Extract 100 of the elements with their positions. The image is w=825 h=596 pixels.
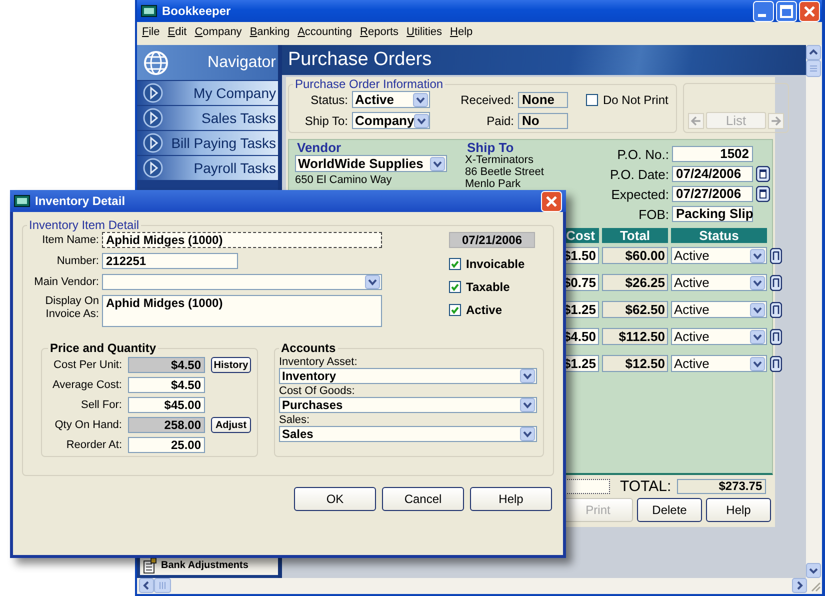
notepad-icon[interactable] (770, 302, 782, 318)
checkbox-label: Invoicable (466, 257, 525, 271)
input-field[interactable]: $4.50 (128, 377, 205, 393)
menu-item[interactable]: Help (446, 26, 477, 38)
checkbox[interactable] (586, 94, 598, 106)
page-title: Purchase Orders (288, 49, 432, 71)
action-button[interactable]: Help (706, 498, 771, 522)
input-field[interactable]: Aphid Midges (1000) (102, 232, 382, 248)
scroll-right-button[interactable] (792, 578, 807, 593)
field-label: Main Vendor: (33, 276, 99, 288)
field-label: Inventory Asset: (279, 356, 358, 368)
chevron-down-icon (750, 356, 765, 370)
table-cell: $12.50 (602, 355, 668, 372)
small-button[interactable]: Adjust (211, 417, 251, 433)
app-icon (141, 4, 157, 18)
play-icon (143, 133, 163, 153)
menu-item[interactable]: Edit (164, 26, 191, 38)
section-heading: Ship To (467, 141, 514, 154)
ship-to-dropdown[interactable]: Company (352, 112, 430, 129)
group-title: Price and Quantity (49, 341, 158, 355)
dialog-button[interactable]: OK (294, 487, 376, 511)
account-dropdown[interactable]: Purchases (279, 397, 537, 413)
calendar-icon[interactable] (756, 186, 770, 202)
action-button[interactable]: Delete (637, 498, 702, 522)
chevron-down-icon (365, 275, 380, 289)
input-field[interactable]: 07/27/2006 (672, 186, 754, 202)
address-line: 86 Beetle Street (465, 166, 544, 178)
field-label: Ship To: (304, 114, 348, 128)
scroll-left-button[interactable] (139, 578, 154, 593)
table-cell: $60.00 (602, 247, 668, 264)
notepad-icon[interactable] (770, 328, 782, 344)
status-dropdown[interactable]: Active (671, 328, 767, 345)
small-button[interactable]: History (211, 357, 251, 373)
field-label: Received: (460, 92, 514, 106)
checkbox[interactable] (449, 304, 461, 316)
status-dropdown[interactable]: Active (352, 91, 430, 108)
input-field[interactable]: 212251 (102, 253, 238, 269)
status-dropdown[interactable]: Active (671, 274, 767, 291)
field-label: Item Name: (41, 234, 99, 246)
notepad-icon[interactable] (770, 274, 782, 290)
navigator-item[interactable]: Bill Paying Tasks (137, 131, 278, 155)
vendor-dropdown[interactable] (102, 274, 382, 290)
field-label: Paid: (486, 114, 514, 128)
navigator-item[interactable]: Payroll Tasks (137, 156, 278, 180)
maximize-button[interactable] (776, 0, 797, 22)
notepad-icon[interactable] (770, 356, 782, 372)
chevron-down-icon (750, 330, 765, 344)
chevron-down-icon (414, 114, 430, 128)
input-field[interactable]: $45.00 (128, 397, 205, 413)
chevron-down-icon (520, 398, 535, 412)
total-label: TOTAL: (620, 478, 672, 495)
navigator-item[interactable]: My Company (137, 81, 278, 105)
scroll-thumb[interactable] (806, 60, 821, 77)
chevron-down-icon (750, 276, 765, 290)
close-button[interactable] (541, 190, 562, 212)
input-field[interactable]: 1502 (672, 146, 754, 162)
vendor-dropdown[interactable]: WorldWide Supplies (295, 155, 447, 172)
input-field: $4.50 (128, 357, 205, 373)
paid-field: No (518, 112, 568, 128)
field-label: P.O. Date: (610, 166, 670, 182)
chevron-down-icon (520, 369, 535, 383)
chevron-down-icon (413, 92, 428, 106)
menu-item[interactable]: Utilities (402, 26, 446, 38)
field-label: Cost Of Goods: (279, 385, 356, 397)
address-line: 650 El Camino Way (295, 174, 392, 186)
scroll-up-button[interactable] (806, 45, 821, 60)
calendar-icon[interactable] (756, 166, 770, 182)
chevron-down-icon (750, 248, 765, 262)
status-dropdown[interactable]: Active (671, 301, 767, 318)
input-field[interactable]: Aphid Midges (1000) (102, 295, 382, 327)
minimize-button[interactable] (753, 0, 774, 22)
chevron-down-icon (750, 302, 765, 316)
scroll-thumb[interactable] (154, 578, 171, 593)
dialog-button[interactable]: Cancel (382, 487, 464, 511)
menu-item[interactable]: File (138, 26, 164, 38)
checkbox[interactable] (449, 281, 461, 293)
account-dropdown[interactable]: Inventory (279, 368, 537, 384)
scroll-down-button[interactable] (806, 563, 821, 578)
field-label: P.O. No.: (616, 146, 670, 162)
dialog-button[interactable]: Help (470, 487, 552, 511)
field-label: Number: (56, 255, 99, 267)
input-field[interactable]: Packing Slip (672, 206, 754, 222)
address-line: Menlo Park (465, 178, 521, 190)
menu-item[interactable]: Reports (356, 26, 403, 38)
menu-item[interactable]: Banking (246, 26, 294, 38)
account-dropdown[interactable]: Sales (279, 426, 537, 442)
input-field[interactable]: 25.00 (128, 437, 205, 453)
navigator-item[interactable]: Sales Tasks (137, 106, 278, 130)
input-field[interactable]: 07/24/2006 (672, 166, 754, 182)
notepad-icon[interactable] (770, 248, 782, 264)
group-title: Accounts (280, 341, 337, 355)
input-field[interactable] (563, 479, 610, 494)
close-button[interactable] (799, 0, 820, 22)
column-header: Status (671, 228, 767, 243)
menu-item[interactable]: Company (190, 26, 246, 38)
status-dropdown[interactable]: Active (671, 355, 767, 372)
menu-item[interactable]: Accounting (294, 26, 356, 38)
status-dropdown[interactable]: Active (671, 247, 767, 264)
checkbox[interactable] (449, 258, 461, 270)
chevron-down-icon (520, 427, 535, 441)
